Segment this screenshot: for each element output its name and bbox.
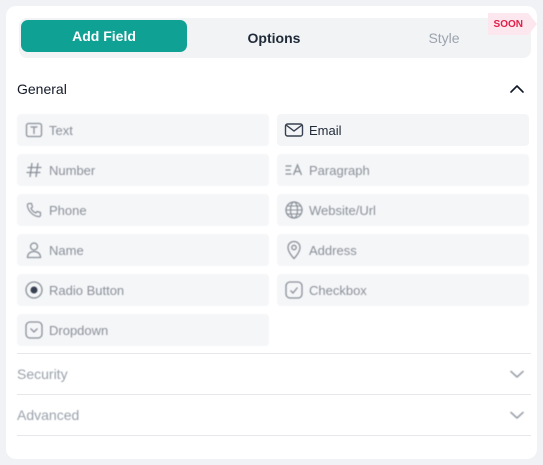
field-paragraph[interactable]: Paragraph xyxy=(277,154,529,186)
field-website-url[interactable]: Website/Url xyxy=(277,194,529,226)
field-checkbox[interactable]: Checkbox xyxy=(277,274,529,306)
form-builder-panel: Add Field Options Style SOON General Tex… xyxy=(6,6,537,459)
location-pin-icon xyxy=(283,239,305,261)
field-label: Phone xyxy=(49,202,87,218)
checkbox-icon xyxy=(283,279,305,301)
field-label: Paragraph xyxy=(309,162,370,178)
field-label: Address xyxy=(309,242,357,258)
tab-bar: Add Field Options Style SOON xyxy=(19,13,537,58)
field-label: Text xyxy=(49,122,73,138)
field-name[interactable]: Name xyxy=(17,234,269,266)
paragraph-icon xyxy=(283,159,305,181)
section-general-title: General xyxy=(17,81,67,97)
field-phone[interactable]: Phone xyxy=(17,194,269,226)
section-advanced-header[interactable]: Advanced xyxy=(17,395,526,435)
field-radio-button[interactable]: Radio Button xyxy=(17,274,269,306)
section-advanced-title: Advanced xyxy=(17,407,80,423)
field-label: Radio Button xyxy=(49,282,125,298)
dropdown-icon xyxy=(23,319,45,341)
globe-icon xyxy=(283,199,305,221)
tab-add-field[interactable]: Add Field xyxy=(21,20,187,52)
section-security-title: Security xyxy=(17,366,68,382)
field-label: Email xyxy=(309,122,342,138)
soon-badge: SOON xyxy=(487,13,537,35)
user-icon xyxy=(23,239,45,261)
section-general-header[interactable]: General xyxy=(17,69,526,109)
field-label: Name xyxy=(49,242,84,258)
chevron-up-icon xyxy=(508,80,526,98)
text-icon xyxy=(23,119,45,141)
chevron-down-icon xyxy=(508,406,526,424)
email-icon xyxy=(283,119,305,141)
hash-icon xyxy=(23,159,45,181)
radio-icon xyxy=(23,279,45,301)
section-divider xyxy=(17,435,531,436)
field-number[interactable]: Number xyxy=(17,154,269,186)
field-label: Number xyxy=(49,162,96,178)
field-text[interactable]: Text xyxy=(17,114,269,146)
phone-icon xyxy=(23,199,45,221)
field-email[interactable]: Email xyxy=(277,114,529,146)
section-security-header[interactable]: Security xyxy=(17,354,526,394)
field-label: Checkbox xyxy=(309,282,367,298)
field-label: Dropdown xyxy=(49,322,109,338)
field-dropdown[interactable]: Dropdown xyxy=(17,314,269,346)
field-address[interactable]: Address xyxy=(277,234,529,266)
chevron-down-icon xyxy=(508,365,526,383)
tab-options[interactable]: Options xyxy=(189,18,359,58)
field-label: Website/Url xyxy=(309,202,376,218)
